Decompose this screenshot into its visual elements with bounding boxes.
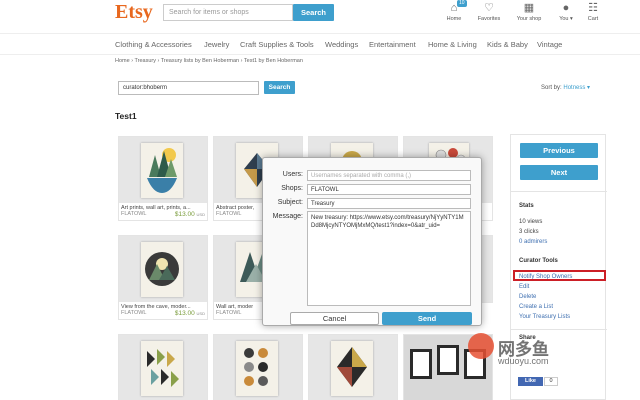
nav-home-label: Home (446, 16, 462, 22)
nav-cart[interactable]: ☷ Cart (573, 2, 613, 22)
category-weddings[interactable]: Weddings (325, 40, 358, 49)
list-item[interactable] (308, 334, 398, 400)
item-artwork (141, 143, 183, 198)
category-clothing[interactable]: Clothing & Accessories (115, 40, 192, 49)
cancel-button[interactable]: Cancel (290, 312, 379, 325)
item-artwork (141, 242, 183, 297)
search-button[interactable]: Search (293, 4, 334, 21)
sort-label: Sort by: (541, 85, 562, 91)
sort-value[interactable]: Hotness ▾ (563, 85, 590, 91)
etsy-logo[interactable]: Etsy (115, 1, 153, 24)
item-caption[interactable]: View from the cave, moder... (119, 302, 207, 310)
message-label: Message: (272, 213, 303, 220)
curator-search-button[interactable]: Search (264, 81, 295, 94)
admirers-link[interactable]: 0 admirers (519, 239, 547, 245)
divider (511, 191, 607, 192)
item-image[interactable] (119, 335, 207, 400)
send-button[interactable]: Send (382, 312, 472, 325)
search-input[interactable]: Search for items or shops (163, 4, 293, 21)
category-jewelry[interactable]: Jewelry (204, 40, 229, 49)
notify-dialog: Users: Usernames separated with comma (,… (262, 157, 482, 326)
message-textarea[interactable]: New treasury: https://www.etsy.com/treas… (307, 211, 471, 306)
item-price-value: $13.00 (174, 310, 195, 317)
category-nav: Clothing & Accessories Jewelry Craft Sup… (0, 33, 640, 55)
item-shop[interactable]: FLATOWL (121, 211, 146, 217)
next-button[interactable]: Next (520, 165, 598, 180)
edit-link[interactable]: Edit (519, 284, 529, 290)
list-item[interactable]: View from the cave, moder... FLATOWL $13.… (118, 235, 208, 320)
item-price: $13.00 USD (175, 211, 205, 218)
delete-link[interactable]: Delete (519, 294, 536, 300)
item-image[interactable] (214, 335, 302, 400)
heart-icon: ♡ (484, 2, 494, 14)
create-list-link[interactable]: Create a List (519, 304, 553, 310)
list-item[interactable] (118, 334, 208, 400)
page-title: Test1 (115, 111, 137, 121)
subject-field[interactable]: Treasury (307, 198, 471, 209)
item-shop[interactable]: FLATOWL (121, 310, 146, 316)
nav-you-label: You ▾ (559, 16, 573, 22)
shop-icon: ▦ (523, 2, 535, 14)
item-shop[interactable]: FLATOWL (216, 211, 241, 217)
nav-your-shop[interactable]: ▦ Your shop (509, 2, 549, 22)
highlight-box (513, 270, 606, 281)
stats-heading: Stats (519, 203, 534, 209)
nav-favorites[interactable]: ♡ Favorites (469, 2, 509, 22)
fish-logo-icon (468, 333, 494, 359)
item-artwork (141, 341, 183, 396)
watermark: 网多鱼 wduoyu.com (460, 333, 550, 383)
nav-home[interactable]: ⌂ 10 Home (434, 0, 474, 22)
shops-field[interactable]: FLATOWL (307, 184, 471, 195)
cart-icon: ☷ (588, 2, 598, 14)
notification-badge: 10 (457, 0, 467, 7)
nav-favorites-label: Favorites (477, 16, 501, 22)
divider (511, 329, 607, 330)
nav-cart-label: Cart (587, 16, 599, 22)
item-price-value: $13.00 (174, 211, 195, 218)
category-home-living[interactable]: Home & Living (428, 40, 477, 49)
list-item[interactable]: Art prints, wall art, prints, a... FLATO… (118, 136, 208, 221)
clicks-count: 3 clicks (519, 229, 539, 235)
item-caption[interactable]: Art prints, wall art, prints, a... (119, 203, 207, 211)
item-image[interactable] (119, 137, 207, 203)
item-price: $13.00 USD (175, 310, 205, 317)
breadcrumb[interactable]: Home › Treasury › Treasury lists by Ben … (115, 58, 303, 64)
curator-tools-heading: Curator Tools (519, 258, 558, 264)
curator-search-input[interactable]: curator:bhoberm (118, 81, 259, 95)
previous-button[interactable]: Previous (520, 143, 598, 158)
item-shop[interactable]: FLATOWL (216, 310, 241, 316)
list-item[interactable] (213, 334, 303, 400)
item-image[interactable] (309, 335, 397, 400)
your-treasury-lists-link[interactable]: Your Treasury Lists (519, 314, 570, 320)
site-header: Etsy Search for items or shops Search ⌂ … (0, 0, 640, 30)
item-currency: USD (196, 212, 205, 217)
category-vintage[interactable]: Vintage (537, 40, 562, 49)
category-entertainment[interactable]: Entertainment (369, 40, 416, 49)
nav-shop-label: Your shop (516, 16, 542, 22)
users-label: Users: (282, 171, 303, 178)
item-artwork (331, 341, 373, 396)
category-craft[interactable]: Craft Supplies & Tools (240, 40, 314, 49)
shops-label: Shops: (281, 185, 303, 192)
subject-label: Subject: (277, 199, 303, 206)
category-kids[interactable]: Kids & Baby (487, 40, 528, 49)
sort-control[interactable]: Sort by: Hotness ▾ (541, 84, 590, 91)
item-currency: USD (196, 311, 205, 316)
users-field[interactable]: Usernames separated with comma (,) (307, 170, 471, 181)
views-count: 10 views (519, 219, 543, 225)
item-image[interactable] (119, 236, 207, 302)
home-icon: ⌂ (450, 2, 458, 14)
item-artwork (236, 341, 278, 396)
watermark-url: wduoyu.com (498, 356, 549, 366)
